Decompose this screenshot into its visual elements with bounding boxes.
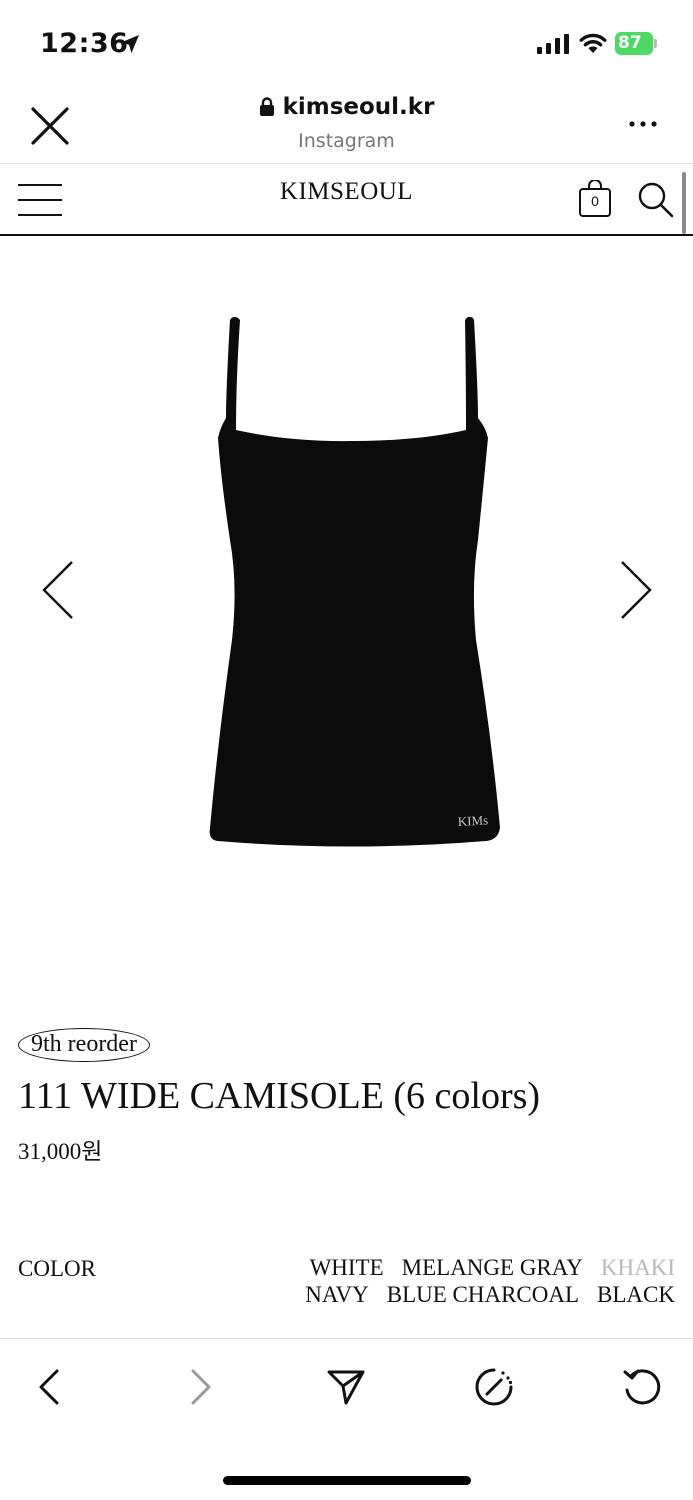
speed-icon[interactable] [474, 1367, 514, 1407]
url-text: kimseoul.kr [282, 94, 435, 120]
site-header: KIMSEOUL 0 [0, 164, 693, 236]
color-option-black[interactable]: BLACK [597, 1281, 675, 1308]
color-option-blue-charcoal[interactable]: BLUE CHARCOAL [387, 1281, 579, 1308]
browser-header: kimseoul.kr Instagram [0, 88, 693, 164]
more-icon[interactable] [624, 112, 664, 136]
color-option-white[interactable]: WHITE [310, 1254, 384, 1281]
forward-icon [191, 1369, 211, 1405]
cart-count: 0 [591, 193, 599, 209]
status-bar: 12:36 87 [0, 0, 693, 88]
cart-button[interactable]: 0 [578, 179, 612, 218]
scrollbar-thumb[interactable] [682, 172, 686, 234]
back-icon[interactable] [30, 1367, 70, 1407]
color-option-melange-gray[interactable]: MELANGE GRAY [402, 1254, 583, 1281]
chevron-left-icon[interactable] [38, 558, 80, 622]
url-source: Instagram [298, 130, 395, 152]
color-options: WHITE MELANGE GRAY KHAKI NAVY BLUE CHARC… [255, 1254, 675, 1308]
chevron-right-icon[interactable] [614, 558, 656, 622]
reload-icon[interactable] [622, 1367, 662, 1407]
color-label: COLOR [18, 1256, 96, 1281]
location-arrow-icon [121, 35, 139, 53]
garment-logo: KIMs [457, 812, 488, 829]
battery-level: 87 [618, 33, 642, 53]
home-indicator[interactable] [223, 1476, 471, 1485]
color-option-khaki: KHAKI [600, 1255, 675, 1280]
reorder-badge: 9th reorder [18, 1028, 150, 1062]
browser-toolbar [0, 1338, 693, 1434]
color-row-1: WHITE MELANGE GRAY KHAKI [255, 1254, 675, 1281]
send-icon[interactable] [326, 1367, 366, 1407]
color-row-2: NAVY BLUE CHARCOAL BLACK [255, 1281, 675, 1308]
product-price: 31,000원 [18, 1139, 103, 1164]
product-image[interactable]: KIMs [100, 300, 593, 870]
menu-icon[interactable] [18, 182, 62, 218]
camisole-shape [209, 316, 500, 847]
url-display[interactable]: kimseoul.kr Instagram [0, 94, 693, 152]
signal-icon [537, 34, 569, 54]
product-title: 111 WIDE CAMISOLE (6 colors) [18, 1075, 541, 1117]
wifi-icon [579, 33, 607, 53]
lock-icon [259, 97, 274, 116]
color-option-navy[interactable]: NAVY [305, 1281, 368, 1308]
battery-icon: 87 [615, 32, 657, 55]
search-icon[interactable] [636, 180, 674, 218]
status-time: 12:36 [40, 28, 129, 59]
